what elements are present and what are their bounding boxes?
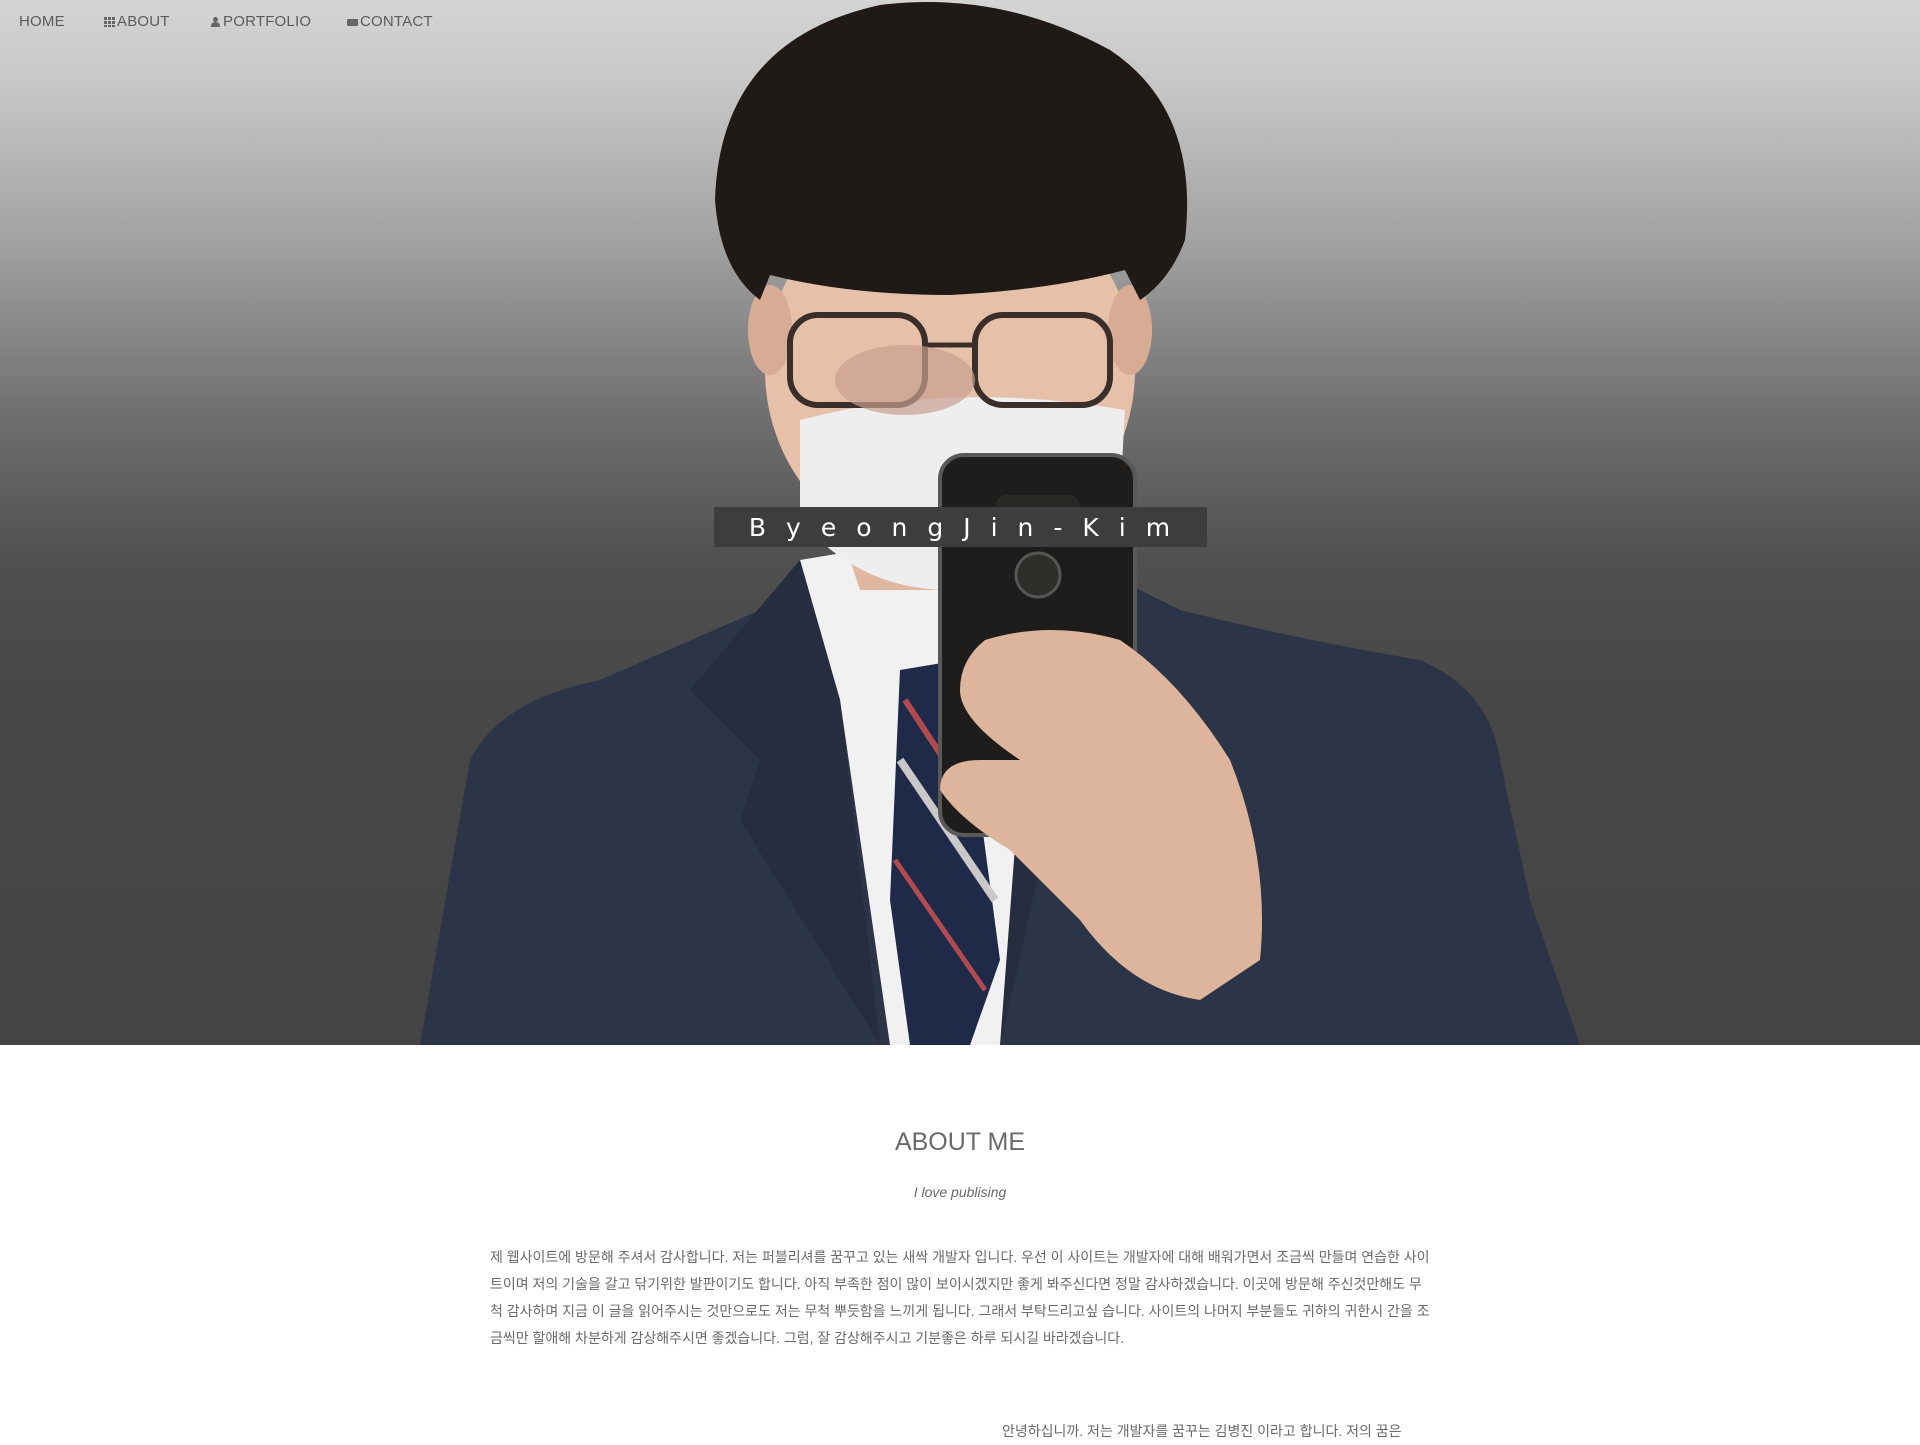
hero-section: HOME ABOUT PORTFOLIO CONTACT ByeongJin-K… — [0, 0, 1920, 1045]
about-title: ABOUT ME — [894, 1128, 1026, 1156]
name-banner: ByeongJin-Kim — [714, 507, 1207, 547]
nav-contact-label: CONTACT — [360, 13, 433, 30]
nav-home[interactable]: HOME — [19, 13, 65, 30]
nav-about-label: ABOUT — [117, 13, 170, 30]
user-icon — [210, 16, 221, 27]
nav-about[interactable]: ABOUT — [104, 13, 170, 30]
envelope-icon — [347, 18, 358, 26]
about-body-text: 제 웹사이트에 방문해 주셔서 감사합니다. 저는 퍼블리셔를 꿈꾸고 있는 새… — [490, 1249, 1430, 1346]
nav-portfolio-label: PORTFOLIO — [223, 13, 312, 30]
intro-text: 안녕하십니까. 저는 개발자를 꿈꾸는 김병진 이라고 합니다. 저의 꿈은 — [1002, 1423, 1402, 1439]
grid-icon — [104, 16, 115, 27]
about-subtitle: I love publising — [913, 1184, 1007, 1200]
nav-contact[interactable]: CONTACT — [347, 13, 433, 30]
nav-portfolio[interactable]: PORTFOLIO — [210, 13, 311, 30]
nav-home-label: HOME — [19, 13, 65, 30]
